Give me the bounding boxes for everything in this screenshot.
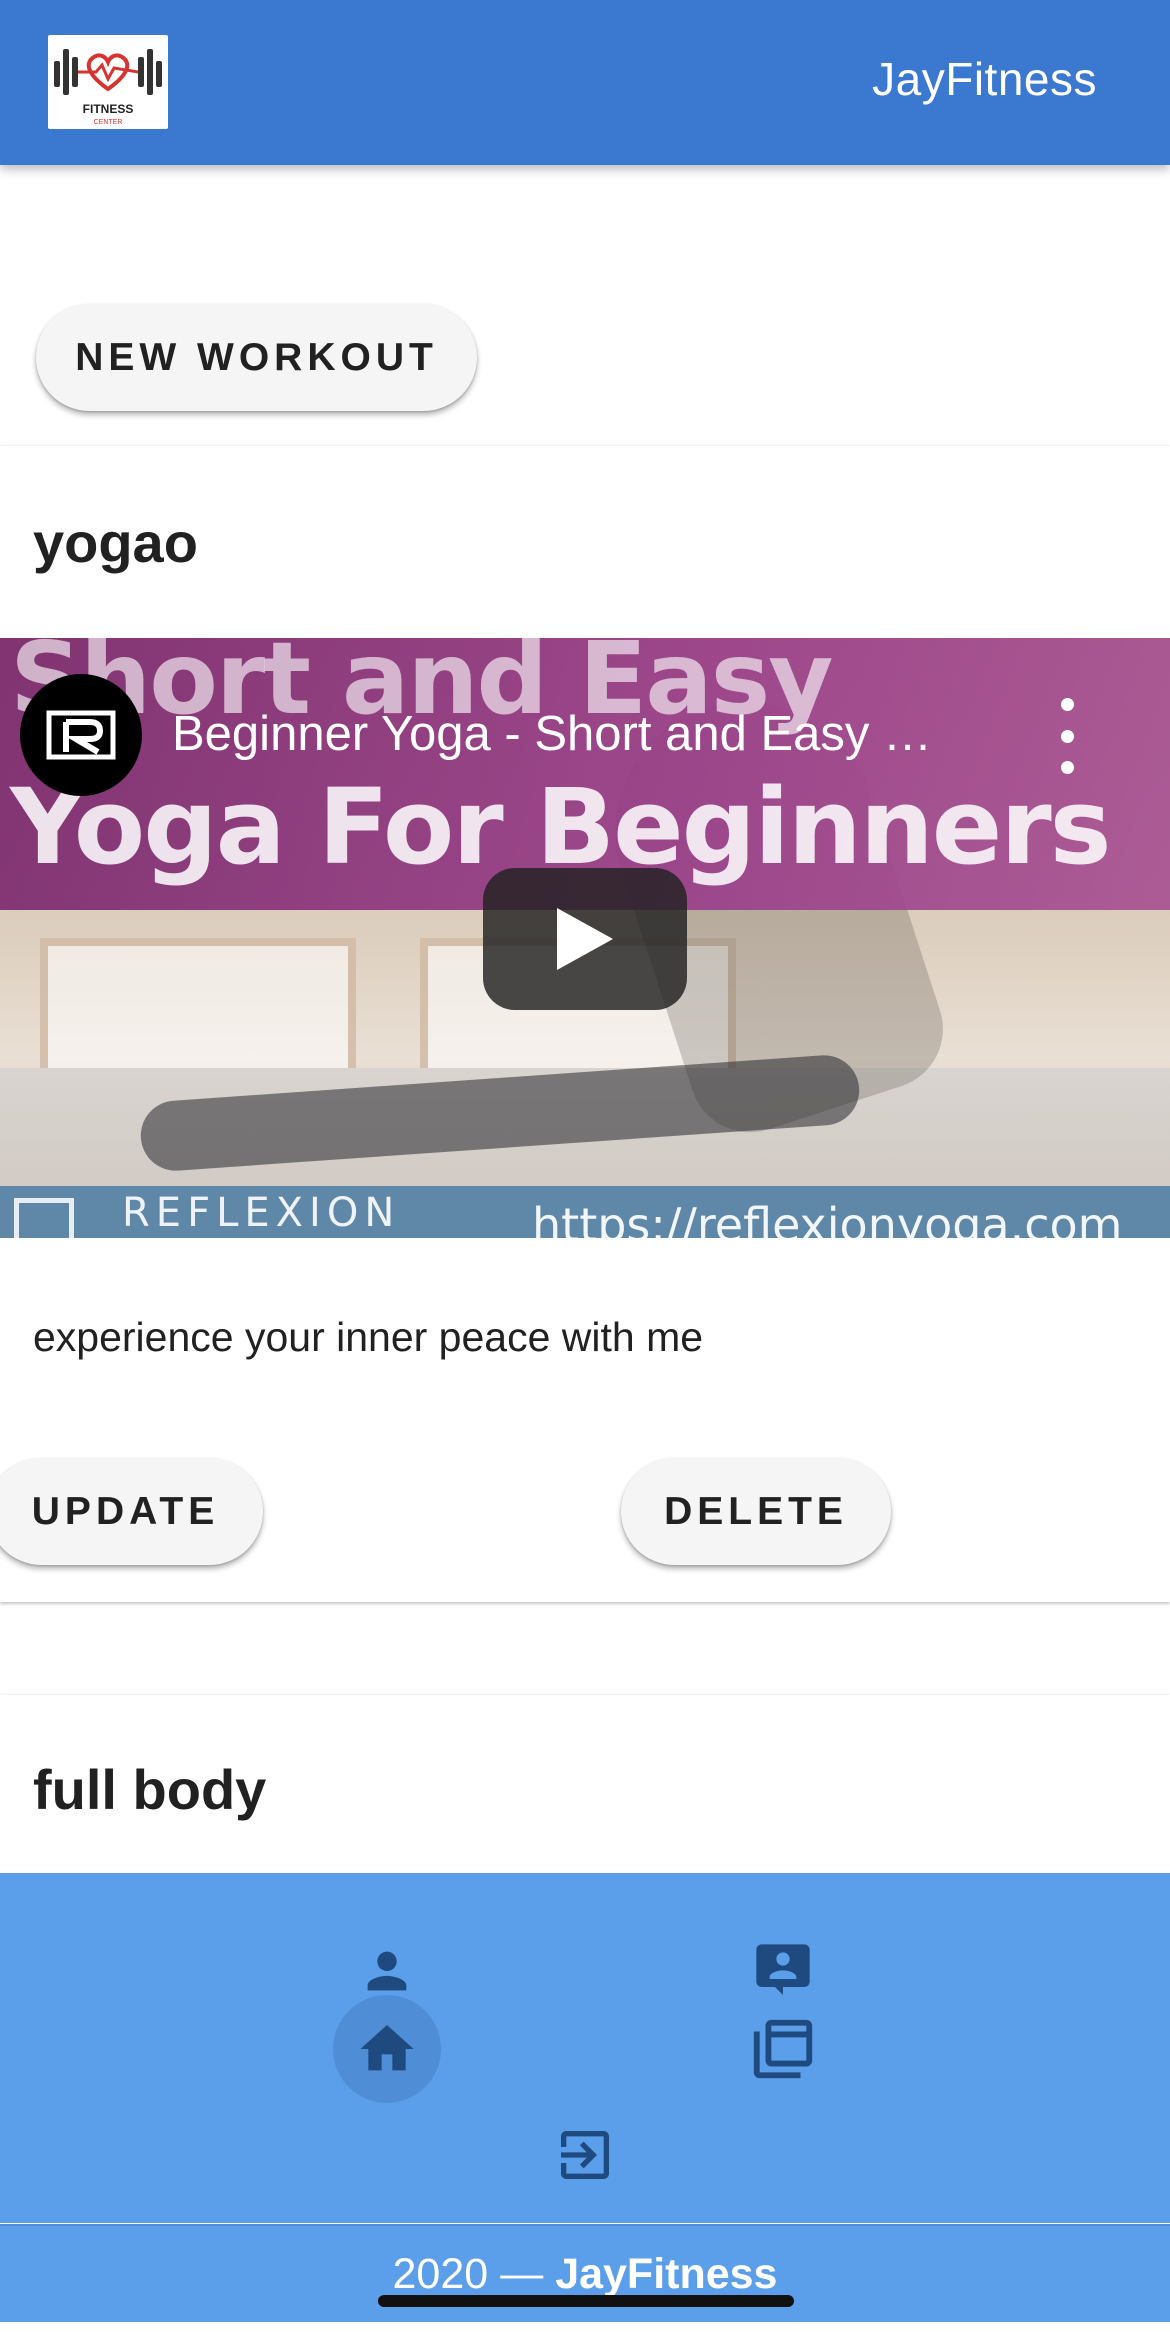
more-vert-icon[interactable] [1045,698,1089,774]
app-title[interactable]: JayFitness [872,52,1097,106]
home-icon [360,2025,414,2071]
workout-description: experience your inner peace with me [33,1314,704,1360]
video-player[interactable]: Short and Easy Yoga For Beginners Beginn… [0,638,1170,1238]
video-library-icon [753,2019,813,2079]
app-bar: FITNESS CENTER JayFitness [0,0,1170,165]
footer-brand: JayFitness [555,2249,778,2298]
reflexion-channel-icon[interactable] [20,674,142,796]
nav-logout-button[interactable] [531,2101,639,2209]
svg-text:FITNESS: FITNESS [83,102,134,116]
workout-card: full body [0,1695,1170,1875]
nav-home-button[interactable] [333,1995,441,2103]
video-brand-watermark: REFLEXION [122,1190,401,1236]
video-url-watermark: https://reflexionyoga.com [532,1198,1123,1238]
channel-logo-icon [46,710,116,760]
new-workout-button[interactable]: NEW WORKOUT [36,304,477,411]
logout-icon [561,2131,609,2179]
bottom-navigation [0,1873,1170,2223]
heartbeat-dumbbell-logo-icon: FITNESS CENTER [54,49,162,126]
footer-year: 2020 [392,2249,489,2298]
person-icon [367,1951,407,1991]
svg-text:CENTER: CENTER [94,119,123,126]
play-triangle-icon [557,908,613,970]
nav-videos-button[interactable] [729,1995,837,2103]
video-title[interactable]: Beginner Yoga - Short and Easy … [172,706,992,762]
workout-title: yogao [33,511,198,574]
fitness-center-logo[interactable]: FITNESS CENTER [48,35,168,129]
workout-title: full body [33,1758,267,1821]
home-indicator[interactable] [378,2295,794,2307]
footer-separator: — [500,2249,544,2298]
reflexion-watermark-icon [14,1198,74,1238]
delete-button[interactable]: DELETE [621,1458,891,1565]
feedback-icon [756,1944,810,1995]
youtube-play-icon[interactable] [483,868,687,1010]
footer: 2020 — JayFitness [0,2224,1170,2322]
update-button[interactable]: UPDATE [0,1458,263,1565]
